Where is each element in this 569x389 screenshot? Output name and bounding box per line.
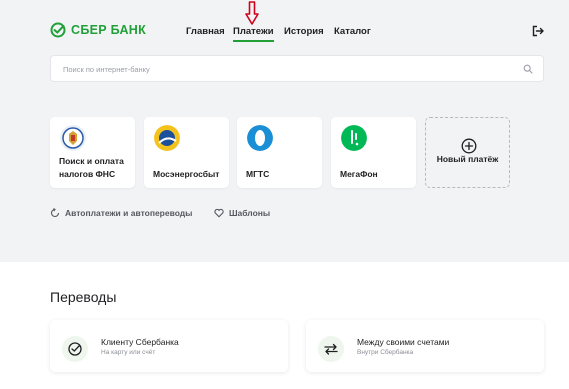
mosenergosbyt-icon <box>154 125 180 151</box>
tile-label: Поиск и оплата налогов ФНС <box>59 155 133 181</box>
red-arrow-annotation-icon <box>245 1 259 25</box>
tile-label: МегаФон <box>340 169 378 179</box>
nav-item-payments-label: Платежи <box>233 26 274 37</box>
header: СБЕР БАНК Главная Платежи История Катало… <box>0 0 569 62</box>
brand-logo[interactable]: СБЕР БАНК <box>50 22 146 38</box>
tile-fns-taxes[interactable]: Поиск и оплата налогов ФНС <box>50 117 135 188</box>
brand-name: СБЕР БАНК <box>71 23 147 37</box>
link-templates[interactable]: Шаблоны <box>214 208 270 218</box>
tile-label: Новый платёж <box>436 154 499 164</box>
card-title: Клиенту Сбербанка <box>101 337 179 347</box>
search-icon[interactable] <box>523 64 533 74</box>
card-title: Между своими счетами <box>357 337 450 347</box>
card-subtitle: Внутри Сбербанка <box>357 349 414 356</box>
link-autopayments-label: Автоплатежи и автопереводы <box>65 208 193 218</box>
search-bar[interactable]: Поиск по интернет-банку <box>50 55 544 82</box>
nav-item-history[interactable]: История <box>284 26 324 37</box>
tile-label: Мосэнергосбыт <box>153 169 220 179</box>
autopay-icon <box>50 208 60 218</box>
sber-logo-icon <box>50 22 66 38</box>
link-autopayments[interactable]: Автоплатежи и автопереводы <box>50 208 192 218</box>
tile-new-payment[interactable]: Новый платёж <box>425 117 510 188</box>
tile-mgts[interactable]: МГТС <box>237 117 322 188</box>
section-title-transfers: Переводы <box>50 289 117 305</box>
card-sber-client[interactable]: Клиенту Сбербанка На карту или счёт <box>50 320 288 372</box>
heart-icon <box>214 208 224 218</box>
own-accounts-icon <box>318 336 344 362</box>
active-tab-underline <box>233 40 274 42</box>
tile-label: МГТС <box>246 169 270 179</box>
card-own-accounts[interactable]: Между своими счетами Внутри Сбербанка <box>306 320 544 372</box>
fns-emblem-icon <box>60 125 86 151</box>
tile-megafon[interactable]: МегаФон <box>331 117 416 188</box>
search-input[interactable]: Поиск по интернет-банку <box>63 65 150 74</box>
nav-item-catalog[interactable]: Каталог <box>334 26 371 37</box>
nav-item-payments[interactable]: Платежи <box>233 26 274 42</box>
mgts-icon <box>247 125 273 151</box>
sber-client-icon <box>62 336 88 362</box>
plus-circle-icon <box>461 138 477 154</box>
tile-mosenergosbyt[interactable]: Мосэнергосбыт <box>144 117 229 188</box>
nav-item-home[interactable]: Главная <box>186 26 225 37</box>
tile-label-line1: Поиск и оплата <box>59 156 124 166</box>
tile-label-line2: налогов ФНС <box>59 169 116 179</box>
logout-icon[interactable] <box>532 25 544 37</box>
megafon-icon <box>341 125 367 151</box>
link-templates-label: Шаблоны <box>229 208 271 218</box>
card-subtitle: На карту или счёт <box>101 349 156 356</box>
